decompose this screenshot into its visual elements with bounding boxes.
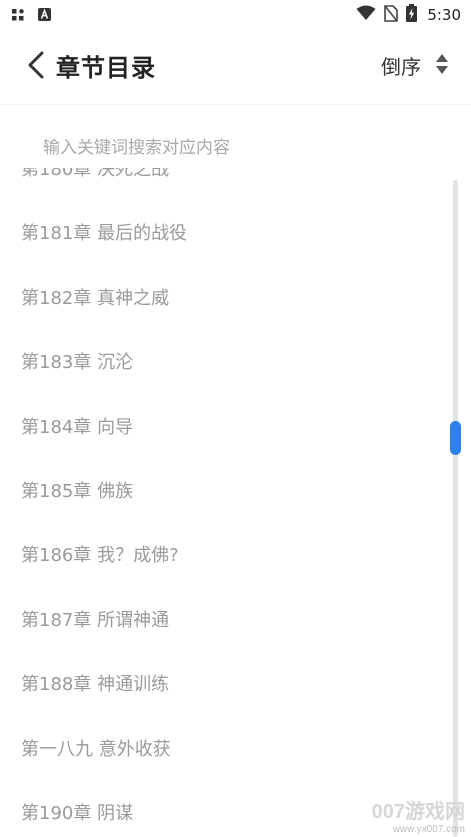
search-input[interactable] [20, 128, 440, 168]
chapter-item[interactable]: 第183章 沉沦 [0, 331, 440, 395]
chapter-item[interactable]: 第185章 佛族 [0, 460, 440, 524]
chapter-item[interactable]: 第一八九 意外收获 [0, 718, 440, 782]
chapter-item[interactable]: 第186章 我？成佛? [0, 524, 440, 588]
chapter-item[interactable]: 第181章 最后的战役 [0, 202, 440, 266]
chapter-item[interactable]: 第188章 神通训练 [0, 653, 440, 717]
back-button[interactable] [22, 48, 52, 82]
wifi-icon [356, 5, 376, 25]
chapter-list-content: 第180章 决死之战 第181章 最后的战役 第182章 真神之威 第183章 沉沦第… [0, 168, 440, 837]
chapter-item[interactable]: 第187章 所谓神通 [0, 589, 440, 653]
sort-arrows-icon [435, 52, 449, 80]
no-sim-icon [384, 4, 399, 26]
scrollbar-track[interactable] [453, 180, 458, 837]
text-a-icon [38, 6, 51, 25]
watermark-logo-text: 007游戏网 [371, 801, 465, 823]
watermark-url: www.yx007.com [392, 824, 465, 835]
top-app-bar: 章节目录 倒序 [0, 26, 471, 105]
chapter-list[interactable]: 第180章 决死之战 第181章 最后的战役 第182章 真神之威 第183章 沉沦第… [0, 168, 471, 837]
chapter-item[interactable]: 第184章 向导 [0, 396, 440, 460]
sort-order-button[interactable]: 倒序 [381, 51, 449, 80]
status-bar: 5:30 [0, 0, 471, 26]
sort-order-label: 倒序 [381, 55, 421, 79]
watermark: 007游戏网 www.yx007.com [372, 795, 465, 835]
chapter-item[interactable]: 第180章 决死之战 [0, 168, 440, 202]
battery-charging-icon [406, 4, 418, 26]
status-time: 5:30 [427, 6, 461, 24]
chevron-left-icon [22, 51, 52, 86]
page-title: 章节目录 [56, 54, 156, 82]
chapter-item[interactable]: 第182章 真神之威 [0, 267, 440, 331]
search-bar [20, 128, 440, 168]
scrollbar-thumb[interactable] [450, 421, 461, 455]
app-grid-icon [12, 6, 24, 25]
